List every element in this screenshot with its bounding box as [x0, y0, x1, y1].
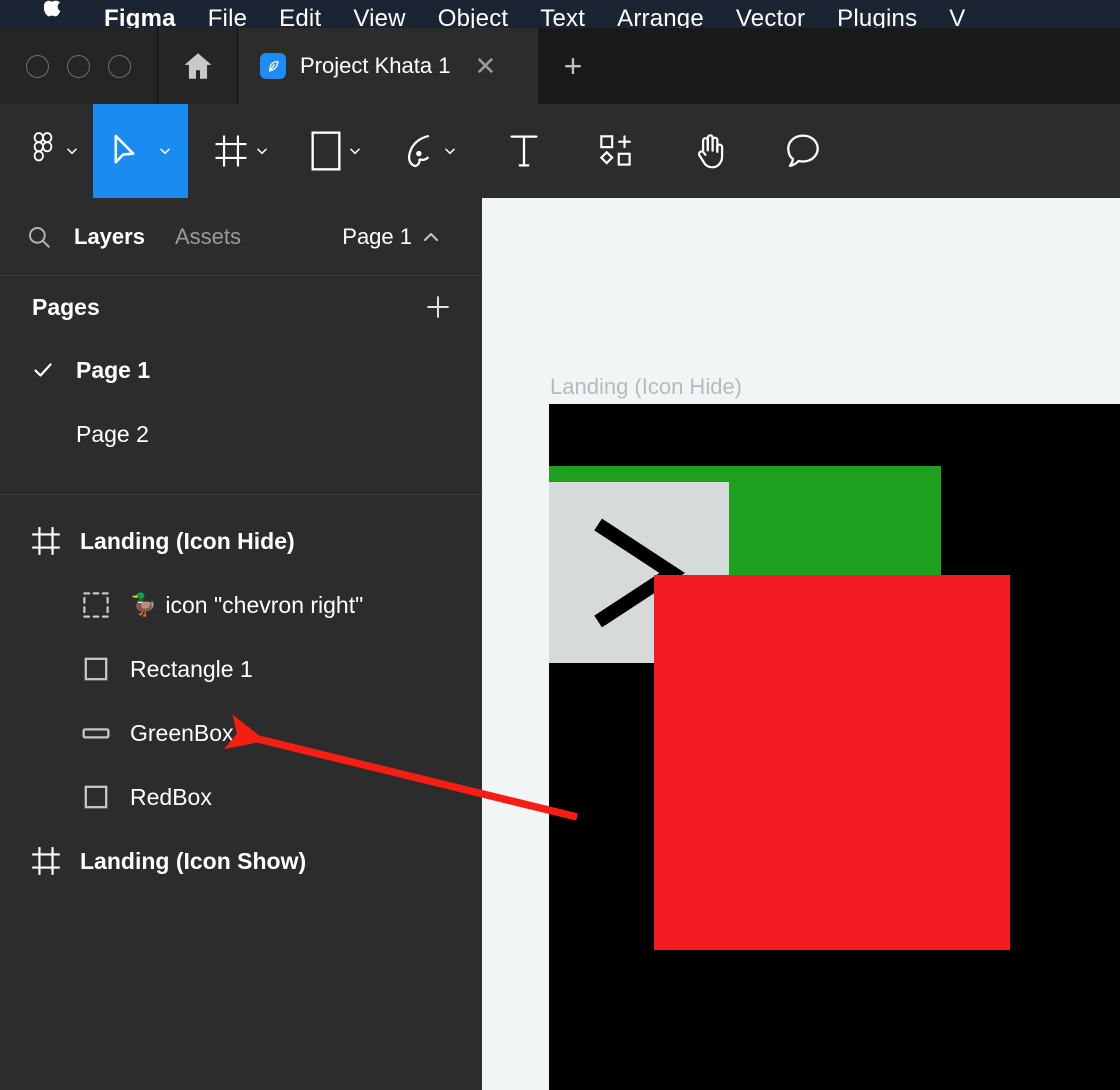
home-button[interactable]: [158, 28, 238, 104]
tool-hand[interactable]: [663, 104, 759, 198]
menu-item-plugins[interactable]: Plugins: [821, 4, 933, 28]
layers-tree: Landing (Icon Hide) 🦆 icon "chevron righ…: [0, 495, 482, 893]
tool-pen[interactable]: [378, 104, 473, 198]
layer-label: icon "chevron right": [165, 591, 364, 618]
tool-move[interactable]: [93, 104, 188, 198]
macos-menu-bar: Figma File Edit View Object Text Arrange Vector…: [0, 0, 1120, 28]
tool-frame[interactable]: [188, 104, 285, 198]
layer-label: GreenBox: [130, 719, 234, 746]
page-item-label: Page 2: [76, 420, 149, 447]
tab-assets[interactable]: Assets: [175, 224, 241, 250]
menu-item-figma[interactable]: Figma: [88, 4, 192, 28]
pages-title: Pages: [32, 293, 100, 320]
main-toolbar: [0, 104, 1120, 198]
tool-text[interactable]: [473, 104, 569, 198]
search-icon[interactable]: [26, 224, 52, 250]
page-item-label: Page 1: [76, 356, 151, 383]
frame-icon: [32, 527, 60, 555]
chevron-down-icon: [445, 148, 455, 155]
panel-tab-bar: Layers Assets Page 1: [0, 198, 482, 276]
home-icon: [184, 53, 211, 79]
layer-row-landing-icon-show[interactable]: Landing (Icon Show): [0, 829, 482, 893]
tab-bar-empty-area: [608, 28, 1120, 104]
frame-landing-icon-hide[interactable]: [549, 404, 1120, 1090]
chevron-down-icon: [257, 148, 267, 155]
rectangle-icon: [84, 657, 108, 681]
chevron-down-icon: [67, 148, 77, 155]
frame-icon: [32, 847, 60, 875]
frame-label[interactable]: Landing (Icon Hide): [550, 374, 742, 400]
hand-icon: [697, 134, 724, 169]
close-icon[interactable]: ✕: [472, 53, 498, 79]
layer-row-rectangle-1[interactable]: Rectangle 1: [0, 637, 482, 701]
minimize-window-button[interactable]: [67, 54, 90, 78]
menu-items: Figma File Edit View Object Text Arrange Vector…: [88, 0, 982, 28]
figma-pen-icon: [260, 53, 286, 79]
layer-label: RedBox: [130, 783, 212, 810]
rectangle-icon: [311, 131, 341, 171]
layer-label: Rectangle 1: [130, 655, 253, 682]
layer-label: Landing (Icon Show): [80, 847, 307, 874]
tab-layers[interactable]: Layers: [74, 224, 145, 250]
figma-logo-icon: [33, 132, 53, 162]
comment-icon: [787, 134, 819, 168]
check-icon: [32, 359, 76, 381]
tool-shape[interactable]: [285, 104, 378, 198]
component-instance-icon: [83, 592, 109, 618]
menu-item-file[interactable]: File: [192, 4, 263, 28]
page-selector[interactable]: Page 1: [342, 224, 440, 250]
tool-comment[interactable]: [759, 104, 837, 198]
menu-item-arrange[interactable]: Arrange: [601, 4, 720, 28]
layer-row-icon-chevron-right[interactable]: 🦆 icon "chevron right": [0, 573, 482, 637]
tab-bar: Project Khata 1 ✕ +: [0, 28, 1120, 104]
pen-icon: [408, 134, 430, 168]
add-page-button[interactable]: [424, 293, 452, 321]
menu-item-view[interactable]: View: [337, 4, 421, 28]
tool-resources[interactable]: [569, 104, 663, 198]
menu-item-text[interactable]: Text: [524, 4, 601, 28]
layer-label: Landing (Icon Hide): [80, 527, 295, 554]
text-icon: [510, 135, 538, 167]
tab-title: Project Khata 1: [300, 53, 451, 78]
new-tab-button[interactable]: +: [538, 28, 608, 104]
rectangle-icon: [84, 785, 108, 809]
menu-item-object[interactable]: Object: [422, 4, 525, 28]
tool-figma-menu[interactable]: [0, 104, 93, 198]
frame-icon: [215, 135, 247, 167]
menu-item-v[interactable]: V: [933, 4, 981, 28]
page-item-page-1[interactable]: Page 1: [0, 338, 482, 402]
file-tab-project-khata-1[interactable]: Project Khata 1 ✕: [238, 28, 538, 104]
layer-row-greenbox[interactable]: GreenBox: [0, 701, 482, 765]
window-controls: [0, 28, 158, 104]
pages-header: Pages: [0, 276, 482, 338]
canvas-shape-redbox[interactable]: [654, 575, 1010, 950]
layer-row-landing-icon-hide[interactable]: Landing (Icon Hide): [0, 509, 482, 573]
menu-item-vector[interactable]: Vector: [720, 4, 821, 28]
chevron-down-icon: [160, 148, 170, 155]
cursor-icon: [114, 134, 135, 164]
chevron-up-icon: [424, 232, 438, 241]
wide-rect-icon: [82, 728, 110, 739]
page-item-page-2[interactable]: Page 2: [0, 402, 482, 466]
menu-item-edit[interactable]: Edit: [263, 4, 337, 28]
apple-logo-icon[interactable]: [44, 0, 64, 18]
left-sidebar: Layers Assets Page 1 Pages Page 1 Page 2: [0, 198, 482, 1090]
duck-emoji: 🦆: [130, 592, 158, 617]
design-canvas[interactable]: Landing (Icon Hide): [482, 198, 1120, 1090]
close-window-button[interactable]: [26, 54, 49, 78]
layer-row-redbox[interactable]: RedBox: [0, 765, 482, 829]
page-selector-label: Page 1: [342, 223, 412, 249]
chevron-down-icon: [350, 148, 360, 155]
maximize-window-button[interactable]: [108, 54, 131, 78]
components-icon: [599, 135, 631, 166]
pages-section: Pages Page 1 Page 2: [0, 276, 482, 495]
